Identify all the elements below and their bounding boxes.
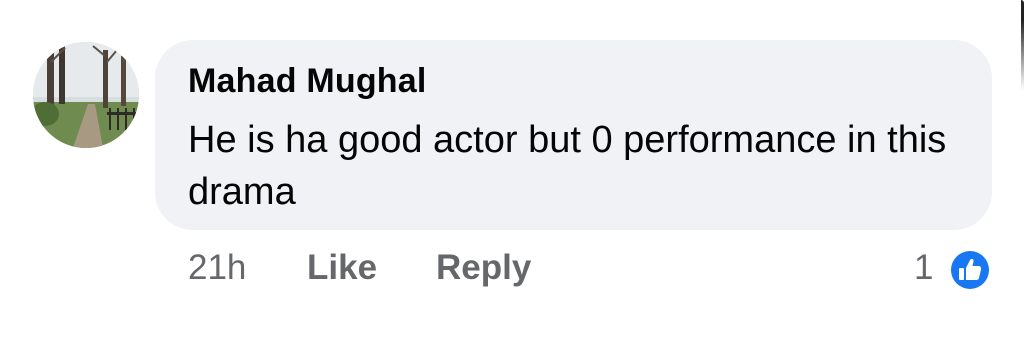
- avatar[interactable]: [33, 42, 139, 148]
- comment-container: Mahad Mughal He is ha good actor but 0 p…: [0, 0, 1024, 337]
- top-divider: [0, 0, 1024, 4]
- comment-text: He is ha good actor but 0 performance in…: [188, 119, 947, 213]
- like-reaction-icon[interactable]: [947, 247, 993, 293]
- reaction-count[interactable]: 1: [914, 248, 933, 288]
- thumbs-up-icon: [948, 248, 992, 292]
- comment-timestamp[interactable]: 21h: [188, 248, 246, 288]
- comment-author-name[interactable]: Mahad Mughal: [188, 62, 427, 101]
- avatar-photo-icon: [33, 42, 139, 148]
- reply-button[interactable]: Reply: [436, 248, 531, 288]
- like-button[interactable]: Like: [307, 248, 377, 288]
